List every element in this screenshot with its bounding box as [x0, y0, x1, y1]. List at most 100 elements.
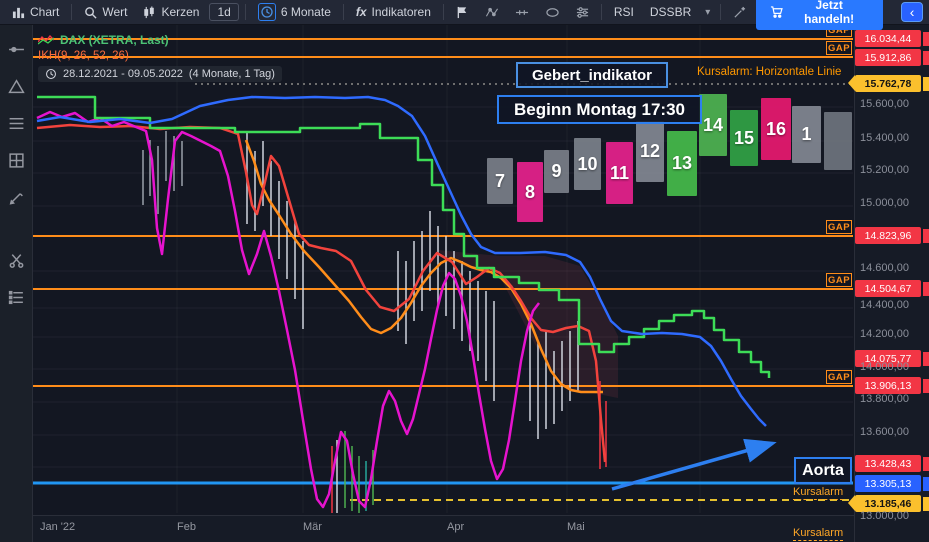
- week-number-box[interactable]: 11: [606, 142, 633, 204]
- week-number-label: 11: [609, 162, 630, 183]
- week-number-box[interactable]: 8: [517, 162, 543, 222]
- week-number-box[interactable]: 13: [667, 131, 697, 196]
- time-axis-label[interactable]: Mär: [303, 521, 322, 533]
- week-number-box[interactable]: 14: [699, 94, 727, 156]
- week-number-label: 12: [639, 141, 661, 161]
- rsi-indicator-button[interactable]: RSI: [608, 3, 640, 21]
- candle-style-label: Kerzen: [161, 5, 200, 19]
- gap-badge[interactable]: GAP: [826, 370, 852, 384]
- object-tree-tool[interactable]: [6, 287, 26, 307]
- fx-icon: fx: [355, 5, 367, 19]
- legend-indicator[interactable]: IKH(9, 26, 52, 26): [38, 50, 129, 62]
- magic-wand-button[interactable]: [727, 4, 752, 21]
- kursalarm-horizontale-linie-label[interactable]: Kursalarm: Horizontale Linie: [697, 66, 841, 78]
- flag-tool-button[interactable]: [450, 4, 475, 21]
- price-axis-label[interactable]: 14.600,00: [860, 262, 909, 274]
- axis-alert-mark: [923, 457, 929, 471]
- price-axis-label[interactable]: 13.600,00: [860, 426, 909, 438]
- triangle-icon: [7, 78, 25, 93]
- pencil-draw-tool[interactable]: [6, 187, 26, 207]
- price-axis-label[interactable]: 13.906,13: [855, 377, 921, 394]
- price-axis-label[interactable]: 13.000,00: [860, 510, 909, 522]
- chart-columns-icon: [12, 7, 25, 18]
- fib-retracement-tool[interactable]: [6, 113, 26, 133]
- grid-pattern-tool[interactable]: [6, 150, 26, 170]
- settings-tool-button[interactable]: [570, 4, 595, 21]
- symbol-search-button[interactable]: Wert: [78, 3, 133, 21]
- grid-icon: [8, 152, 24, 168]
- ellipse-tool-button[interactable]: [539, 4, 566, 21]
- gap-badge[interactable]: GAP: [826, 273, 852, 287]
- pattern-tool-button[interactable]: [479, 4, 505, 21]
- chart-legend: DAX (XETRA, Last) IKH(9, 26, 52, 26) 28.…: [38, 32, 282, 82]
- date-range-button[interactable]: 6 Monate: [252, 1, 337, 23]
- chart-type-button[interactable]: Chart: [6, 3, 65, 21]
- gap-badge[interactable]: GAP: [826, 41, 852, 55]
- week-number-label: 14: [702, 114, 724, 135]
- price-axis-label[interactable]: 15.912,86: [855, 49, 921, 66]
- price-axis-label[interactable]: 14.000,00: [860, 361, 909, 373]
- legend-date-range[interactable]: 28.12.2021 - 09.05.2022 (4 Monate, 1 Tag…: [38, 66, 282, 82]
- flag-icon: [457, 6, 467, 18]
- week-number-label: 16: [765, 118, 787, 139]
- horizontal-line-tool-button[interactable]: [509, 4, 535, 21]
- price-axis-label[interactable]: 13.800,00: [860, 393, 909, 405]
- time-axis-label[interactable]: Jan '22: [40, 521, 75, 533]
- time-axis-label[interactable]: Feb: [177, 521, 196, 533]
- indicators-button[interactable]: fx Indikatoren: [350, 3, 437, 21]
- axis-alert-mark: [923, 229, 929, 243]
- triangle-pattern-tool[interactable]: [6, 76, 26, 96]
- price-axis-label[interactable]: 16.034,44: [855, 30, 921, 47]
- week-number-label: 15: [733, 127, 755, 148]
- price-chart-plot[interactable]: [33, 25, 853, 515]
- price-axis-label[interactable]: 14.504,67: [855, 280, 921, 297]
- search-icon: [85, 6, 97, 19]
- interval-label: 1d: [217, 5, 231, 19]
- price-axis-label[interactable]: 15.762,78: [848, 75, 921, 92]
- week-number-box[interactable]: 10: [574, 138, 601, 190]
- symbol-search-label: Wert: [102, 5, 128, 19]
- series-squiggle-icon: [38, 35, 54, 45]
- beginn-montag-annotation[interactable]: Beginn Montag 17:30: [497, 95, 702, 124]
- price-axis-label[interactable]: 13.305,13: [855, 475, 921, 492]
- week-number-box[interactable]: 15: [730, 110, 758, 166]
- legend-instrument[interactable]: DAX (XETRA, Last): [60, 33, 169, 47]
- date-range-label: 6 Monate: [280, 5, 331, 19]
- price-axis-label[interactable]: 15.000,00: [860, 197, 909, 209]
- chevron-down-icon: ▾: [705, 6, 711, 18]
- candle-style-button[interactable]: Kerzen: [137, 3, 205, 21]
- trade-now-button[interactable]: Jetzt handeln!: [756, 0, 884, 30]
- week-number-box[interactable]: 16: [761, 98, 791, 160]
- gap-badge[interactable]: GAP: [826, 220, 852, 234]
- time-axis-label[interactable]: Apr: [447, 521, 464, 533]
- trading-app-window: Chart Wert Kerzen 1d 6 Monate fx Indikat…: [0, 0, 929, 542]
- horizontal-ray-tool[interactable]: [6, 39, 26, 59]
- price-axis-label[interactable]: 14.400,00: [860, 299, 909, 311]
- price-axis-label[interactable]: 15.600,00: [860, 98, 909, 110]
- gebert-indikator-annotation[interactable]: Gebert_indikator: [516, 62, 668, 88]
- panel-collapse-button[interactable]: ‹: [901, 2, 923, 22]
- week-number-box[interactable]: [824, 112, 852, 170]
- week-number-box[interactable]: 12: [636, 121, 664, 182]
- week-number-label: 10: [577, 153, 598, 174]
- week-number-box[interactable]: 9: [544, 150, 569, 193]
- time-axis[interactable]: [33, 515, 854, 542]
- pencil-icon: [9, 192, 23, 205]
- kursalarm-label-1[interactable]: Kursalarm: [793, 486, 844, 500]
- dssbr-indicator-button[interactable]: DSSBR: [644, 3, 697, 21]
- time-axis-label[interactable]: Mai: [567, 521, 585, 533]
- week-number-box[interactable]: 7: [487, 158, 513, 204]
- price-axis-label[interactable]: 15.200,00: [860, 164, 909, 176]
- price-axis-label[interactable]: 15.400,00: [860, 132, 909, 144]
- price-axis-label[interactable]: 14.200,00: [860, 328, 909, 340]
- kursalarm-label-2[interactable]: Kursalarm: [793, 527, 844, 541]
- aorta-annotation[interactable]: Aorta: [794, 457, 852, 484]
- price-axis-label[interactable]: 13.428,43: [855, 455, 921, 472]
- indicator-dropdown-button[interactable]: ▾: [701, 7, 714, 18]
- interval-button[interactable]: 1d: [209, 3, 239, 21]
- price-axis-label[interactable]: 14.823,96: [855, 227, 921, 244]
- ellipse-icon: [546, 7, 559, 17]
- toolbar: Chart Wert Kerzen 1d 6 Monate fx Indikat…: [0, 0, 929, 30]
- week-number-box[interactable]: 1: [792, 106, 821, 163]
- cut-tool[interactable]: [6, 250, 26, 270]
